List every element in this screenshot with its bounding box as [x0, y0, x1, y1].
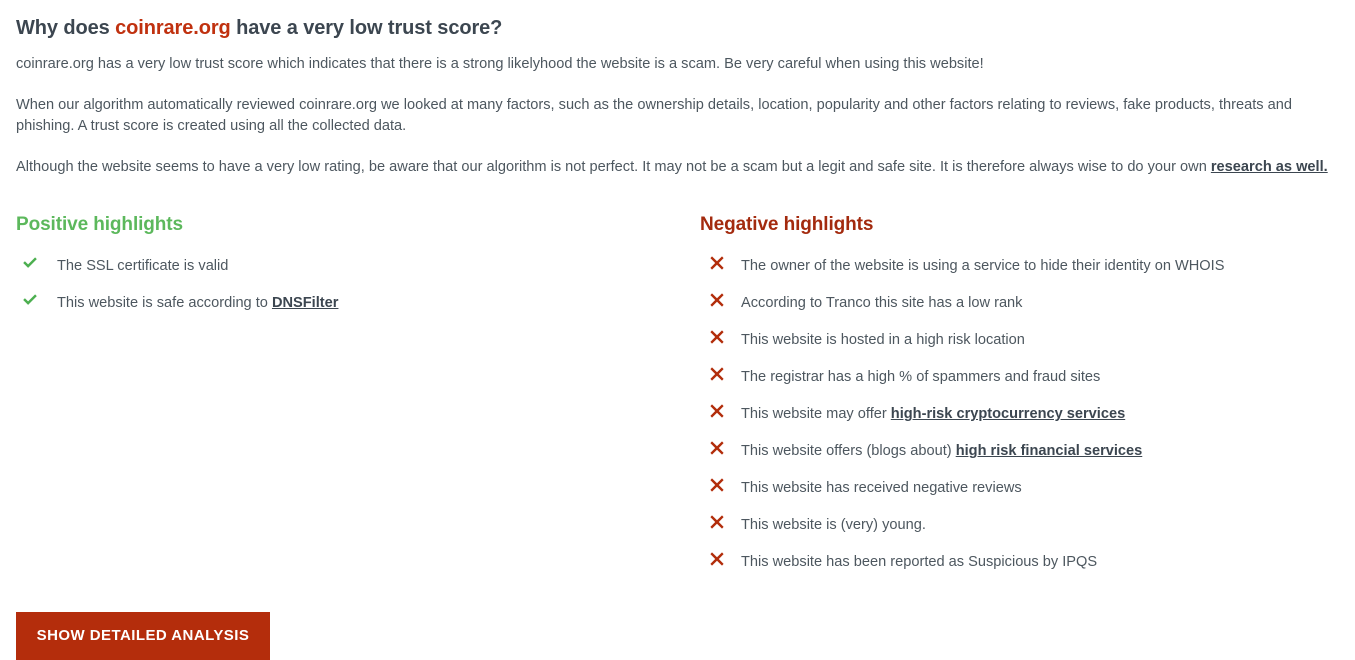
list-item: This website offers (blogs about) high r… — [700, 441, 1355, 478]
intro-paragraph-2: When our algorithm automatically reviewe… — [16, 97, 1292, 134]
list-item: According to Tranco this site has a low … — [700, 293, 1355, 330]
list-item: This website has received negative revie… — [700, 478, 1355, 515]
list-item-label: This website is hosted in a high risk lo… — [734, 330, 1355, 350]
list-item: This website is safe according to DNSFil… — [16, 293, 700, 330]
list-item: This website is (very) young. — [700, 515, 1355, 552]
check-icon — [16, 256, 46, 270]
list-item-text: The owner of the website is using a serv… — [741, 258, 1225, 274]
show-detailed-analysis-button[interactable]: Show detailed analysis — [16, 612, 270, 660]
list-item-text: This website is hosted in a high risk lo… — [741, 332, 1025, 348]
negative-highlights-column: Negative highlights The owner of the web… — [700, 212, 1355, 589]
times-icon — [700, 256, 734, 270]
times-icon — [700, 293, 734, 307]
page-title-prefix: Why does — [16, 17, 116, 39]
research-as-well-link[interactable]: research as well. — [1211, 159, 1328, 175]
intro-paragraph-1: coinrare.org has a very low trust score … — [16, 56, 984, 72]
list-item: The owner of the website is using a serv… — [700, 256, 1355, 293]
list-item-text: This website has received negative revie… — [741, 480, 1022, 496]
page-title-domain: coinrare.org — [115, 17, 231, 39]
times-icon — [700, 330, 734, 344]
list-item-label: The owner of the website is using a serv… — [734, 256, 1355, 276]
list-item: This website has been reported as Suspic… — [700, 552, 1355, 589]
trust-score-highlights-page: Why does coinrare.org have a very low tr… — [0, 0, 1355, 660]
list-item-text: This website is safe according to — [57, 295, 272, 311]
list-item: The registrar has a high % of spammers a… — [700, 367, 1355, 404]
list-item-label: The SSL certificate is valid — [46, 256, 700, 276]
list-item-text: This website is (very) young. — [741, 517, 926, 533]
list-item-link[interactable]: high-risk cryptocurrency services — [891, 406, 1125, 422]
list-item: The SSL certificate is valid — [16, 256, 700, 293]
list-item: This website may offer high-risk cryptoc… — [700, 404, 1355, 441]
list-item-label: This website has received negative revie… — [734, 478, 1355, 498]
times-icon — [700, 441, 734, 455]
list-item-label: This website offers (blogs about) high r… — [734, 441, 1355, 461]
list-item-label: This website has been reported as Suspic… — [734, 552, 1355, 572]
times-icon — [700, 367, 734, 381]
page-title-suffix: have a very low trust score? — [230, 17, 503, 39]
list-item-link[interactable]: DNSFilter — [272, 295, 339, 311]
list-item-label: This website is safe according to DNSFil… — [46, 293, 700, 313]
times-icon — [700, 552, 734, 566]
times-icon — [700, 478, 734, 492]
times-icon — [700, 515, 734, 529]
negative-highlights-title: Negative highlights — [700, 214, 874, 235]
highlights-section: Positive highlights The SSL certificate … — [0, 212, 1355, 589]
list-item-label: This website may offer high-risk cryptoc… — [734, 404, 1355, 424]
list-item-label: The registrar has a high % of spammers a… — [734, 367, 1355, 387]
list-item-text: This website may offer — [741, 406, 891, 422]
list-item-text: According to Tranco this site has a low … — [741, 295, 1023, 311]
list-item-text: This website offers (blogs about) — [741, 443, 956, 459]
times-icon — [700, 404, 734, 418]
negative-highlights-list: The owner of the website is using a serv… — [700, 256, 1355, 589]
list-item-text: The SSL certificate is valid — [57, 258, 229, 274]
list-item-label: According to Tranco this site has a low … — [734, 293, 1355, 313]
positive-highlights-title: Positive highlights — [16, 214, 184, 235]
list-item: This website is hosted in a high risk lo… — [700, 330, 1355, 367]
intro-paragraph-3: Although the website seems to have a ver… — [16, 157, 1339, 178]
page-title: Why does coinrare.org have a very low tr… — [16, 14, 502, 42]
list-item-label: This website is (very) young. — [734, 515, 1355, 535]
check-icon — [16, 293, 46, 307]
intro-text-block: coinrare.org has a very low trust score … — [16, 54, 1339, 178]
list-item-text: The registrar has a high % of spammers a… — [741, 369, 1101, 385]
positive-highlights-column: Positive highlights The SSL certificate … — [0, 212, 700, 589]
positive-highlights-list: The SSL certificate is valid This website… — [16, 256, 700, 330]
intro-paragraph-3-text: Although the website seems to have a ver… — [16, 159, 1211, 175]
list-item-link[interactable]: high risk financial services — [956, 443, 1143, 459]
list-item-text: This website has been reported as Suspic… — [741, 554, 1098, 570]
